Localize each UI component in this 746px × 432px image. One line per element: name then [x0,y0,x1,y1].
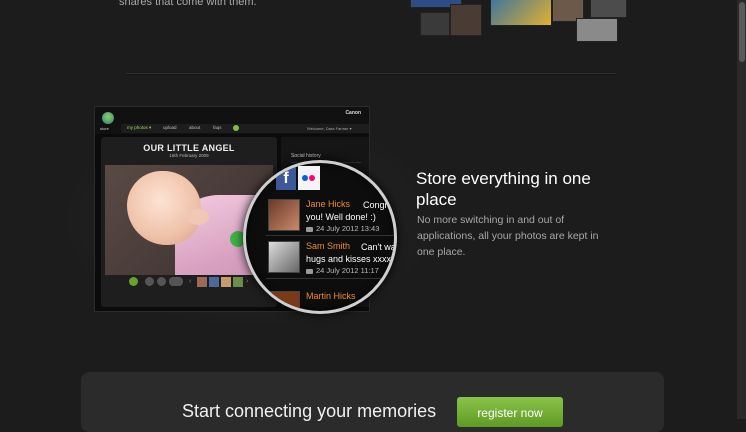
baby-face-shape [127,171,201,245]
message-time: 24 July 2012 13:43 [306,224,379,233]
message-author: Martin Hicks [306,291,356,301]
message-author: Sam Smith [306,241,351,251]
thumbnail [209,277,219,287]
cta-banner: Start connecting your memories register … [81,372,664,432]
magnifier-lens: f Jane Hicks Congrat you! Well done! :) … [243,160,397,314]
logo-icon [102,112,114,124]
message-text: hugs and kisses xxxx [306,254,392,264]
nav-faqs: faqs [213,125,222,130]
avatar [268,199,300,231]
thumbnail [221,277,231,287]
message-time: 24 July 2012 11:17 [306,266,379,275]
nav-my-photos: my photos ▾ [127,125,152,130]
collage-photo [420,12,450,36]
thumbnail [197,277,207,287]
comment-icon [306,268,313,274]
message-divider [266,235,394,236]
message-divider [266,278,394,279]
scrollbar-thumb[interactable] [739,2,745,62]
photo-controls: ‹ › [103,277,263,289]
collage-photo [590,0,627,18]
collage-photo [576,18,618,42]
nav-about: about [189,125,201,130]
message-author: Jane Hicks [306,199,351,209]
collage-photo [450,4,482,36]
social-message: Jane Hicks Congrat you! Well done! :) 24… [266,199,396,239]
flickr-icon [298,166,320,190]
register-button[interactable]: register now [457,397,563,427]
sidebar-title: Social history [291,153,321,159]
section-divider [126,73,616,74]
feature-title: Store everything in one place [416,169,591,209]
album-date: 16th February 2009 [169,153,209,158]
message-text: Congrat [363,200,396,210]
chevron-left-icon: ‹ [189,278,192,285]
baby-hand-shape [187,209,209,225]
brand-logo: Canon [345,110,361,116]
top-caption: shares that come with them. [119,0,257,8]
app-header: store Canon my photos ▾ upload about faq… [95,107,369,134]
chevron-right-icon: › [246,278,249,285]
avatar [268,241,300,273]
app-nav: my photos ▾ upload about faqs Welcome, D… [121,124,369,133]
logo-label: store [100,126,109,131]
photo-collage [380,0,640,60]
message-text: you! Well done! :) [306,212,376,222]
avatar [268,291,300,311]
facebook-icon: f [276,166,296,190]
message-text: Can't wait [361,242,397,252]
social-message: Sam Smith Can't wait hugs and kisses xxx… [266,241,397,281]
welcome-text: Welcome, Dara Farmer ▾ [307,126,352,131]
nav-upload: upload [163,125,177,130]
message-text: So prou [370,292,394,302]
tag-icon [169,277,183,286]
social-message: Martin Hicks So prou [266,291,394,311]
edit-icon [157,277,166,286]
leaf-icon [233,125,239,131]
scrollbar[interactable] [737,0,746,419]
collage-photo [490,0,552,26]
album-title: OUR LITTLE ANGEL [143,143,235,153]
share-icon [129,277,138,286]
rotate-icon [145,277,154,286]
feature-description: No more switching in and out of applicat… [417,214,599,258]
thumbnail [233,277,243,287]
comment-icon [306,226,313,232]
